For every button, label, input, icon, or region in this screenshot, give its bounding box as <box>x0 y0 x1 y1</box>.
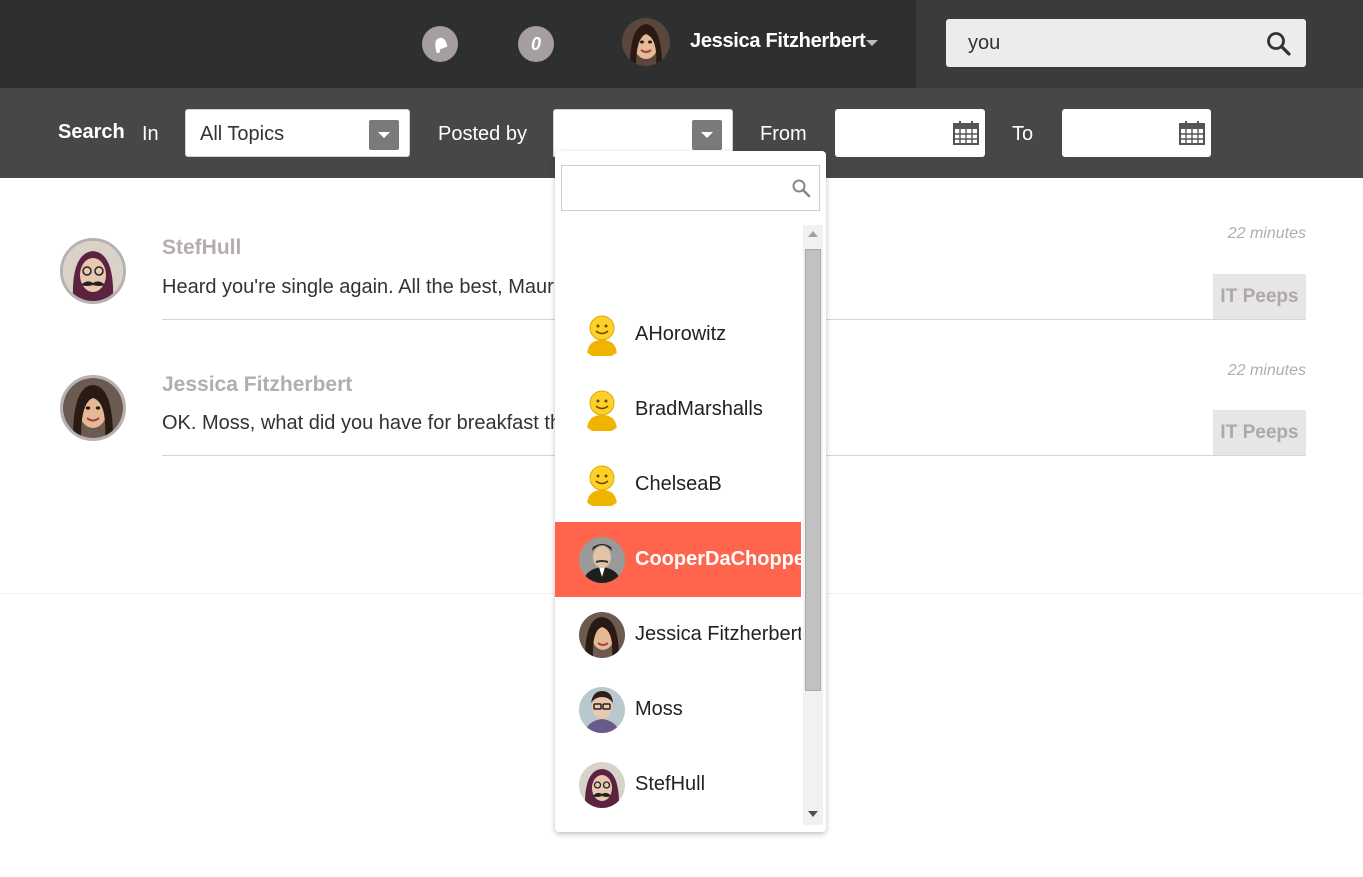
user-option[interactable]: BradMarshalls <box>555 372 801 447</box>
jessica-avatar-photo <box>579 611 625 658</box>
scroll-up-arrow-icon[interactable] <box>808 231 818 237</box>
global-search-field[interactable] <box>946 19 1306 67</box>
notifications-bell-icon[interactable] <box>422 26 458 62</box>
stefhull-avatar-photo <box>579 761 625 808</box>
top-navigation-bar: 0 Jessica Fitzherbert <box>0 0 1363 88</box>
dropdown-scrollbar[interactable] <box>803 225 823 825</box>
posted-by-label: Posted by <box>438 123 527 145</box>
chevron-down-icon[interactable] <box>369 120 399 150</box>
user-option[interactable]: Jessica Fitzherbert <box>555 597 801 672</box>
post-author[interactable]: StefHull <box>162 236 241 260</box>
smiley-placeholder-icon <box>579 312 625 358</box>
calendar-icon[interactable] <box>953 121 979 145</box>
user-option[interactable]: Moss <box>555 672 801 747</box>
user-option[interactable]: StefHull <box>555 747 801 822</box>
post-timestamp: 22 minutes <box>1227 225 1306 242</box>
user-option-name: AHorowitz <box>635 323 727 345</box>
search-label: Search <box>58 121 125 143</box>
user-option-name: ChelseaB <box>635 473 722 495</box>
global-search-input[interactable] <box>946 19 1246 67</box>
jessica-avatar-photo <box>63 378 123 438</box>
topic-select-value: All Topics <box>200 123 285 145</box>
bell-icon <box>435 37 448 53</box>
smiley-placeholder-icon <box>579 387 625 433</box>
topic-tag[interactable]: IT Peeps <box>1213 274 1306 320</box>
user-option[interactable]: ChelseaB <box>555 447 801 522</box>
smiley-placeholder-icon <box>579 462 625 508</box>
from-label: From <box>760 123 807 145</box>
post-message: Heard you're single again. All the best,… <box>162 276 569 298</box>
user-menu-chevron-down-icon[interactable] <box>866 40 878 46</box>
top-search-area <box>916 0 1363 88</box>
user-option[interactable]: AHorowitz <box>555 297 801 372</box>
posted-by-select[interactable] <box>553 109 733 157</box>
post-message: OK. Moss, what did you have for breakfas… <box>162 412 562 434</box>
jessica-avatar-photo <box>622 18 670 66</box>
user-option-name: StefHull <box>635 773 706 795</box>
user-option-selected[interactable]: CooperDaChopper <box>555 522 801 597</box>
moss-avatar-photo <box>579 686 625 733</box>
user-options-list: AHorowitz BradMarshalls ChelseaB CooperD… <box>555 225 801 825</box>
search-icon[interactable] <box>791 178 811 198</box>
topic-tag[interactable]: IT Peeps <box>1213 410 1306 456</box>
message-count-badge[interactable]: 0 <box>518 26 554 62</box>
current-user-name[interactable]: Jessica Fitzherbert <box>690 30 866 53</box>
cooper-avatar-photo <box>579 536 625 583</box>
scrollbar-thumb[interactable] <box>805 249 821 691</box>
in-label: In <box>142 123 159 145</box>
from-date-field[interactable] <box>835 109 985 157</box>
to-label: To <box>1012 123 1034 145</box>
post-timestamp: 22 minutes <box>1227 362 1306 379</box>
dropdown-search-field[interactable] <box>561 165 820 211</box>
message-count-text: 0 <box>530 33 541 54</box>
user-option-name: Jessica Fitzherbert <box>635 623 801 645</box>
chevron-down-icon[interactable] <box>692 120 722 150</box>
user-avatar[interactable] <box>622 18 670 66</box>
user-option-name: CooperDaChopper <box>635 548 801 570</box>
avatar[interactable] <box>60 375 126 441</box>
user-option-name: Moss <box>635 698 683 720</box>
dropdown-search-input[interactable] <box>562 166 782 210</box>
user-option-name: BradMarshalls <box>635 398 763 420</box>
scroll-down-arrow-icon[interactable] <box>808 811 818 817</box>
topic-select[interactable]: All Topics <box>185 109 410 157</box>
stefhull-avatar-photo <box>63 241 123 301</box>
post-author[interactable]: Jessica Fitzherbert <box>162 373 352 397</box>
avatar[interactable] <box>60 238 126 304</box>
to-date-field[interactable] <box>1062 109 1211 157</box>
search-icon[interactable] <box>1266 31 1292 57</box>
calendar-icon[interactable] <box>1179 121 1205 145</box>
posted-by-dropdown: AHorowitz BradMarshalls ChelseaB CooperD… <box>555 151 826 832</box>
